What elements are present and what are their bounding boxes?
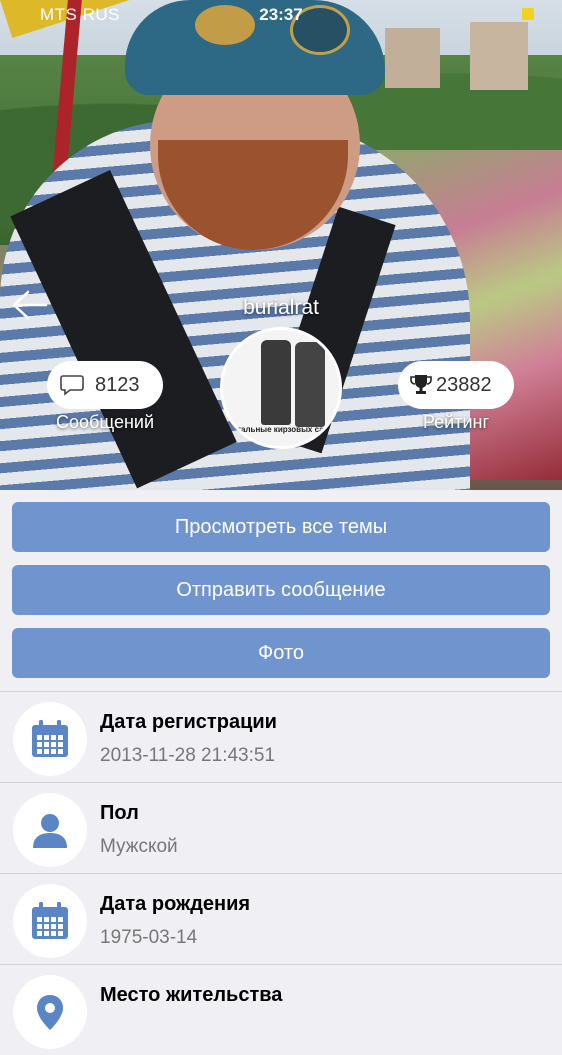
registration-title: Дата регистрации — [100, 711, 277, 733]
rating-stat[interactable]: 23882 — [398, 361, 514, 409]
messages-label: Сообщений — [56, 412, 154, 432]
messages-count: 8123 — [95, 373, 140, 396]
battery-icon — [522, 8, 534, 20]
person-icon — [13, 793, 87, 867]
location-icon — [13, 975, 87, 1049]
location-title: Место жительства — [100, 984, 283, 1006]
avatar-caption: Стальные кирзовых сапог — [231, 425, 337, 434]
calendar-icon — [13, 702, 87, 776]
list-item-registration: Дата регистрации 2013-11-28 21:43:51 — [0, 691, 562, 782]
chat-bubble-icon — [60, 375, 84, 396]
gender-value: Мужской — [100, 836, 178, 857]
send-message-button[interactable]: Отправить сообщение — [12, 565, 550, 615]
calendar-icon — [13, 884, 87, 958]
status-bar: MTS RUS 23:37 — [0, 0, 562, 30]
avatar[interactable]: Стальные кирзовых сапог — [220, 327, 342, 449]
list-item-birthdate: Дата рождения 1975-03-14 — [0, 873, 562, 964]
rating-label: Рейтинг — [422, 412, 490, 432]
profile-username: burialrat — [243, 296, 319, 319]
status-time: 23:37 — [259, 5, 303, 24]
rating-count: 23882 — [436, 373, 492, 396]
gender-title: Пол — [100, 802, 139, 824]
trophy-icon — [410, 375, 432, 394]
photo-button[interactable]: Фото — [12, 628, 550, 678]
list-item-gender: Пол Мужской — [0, 782, 562, 873]
birthdate-value: 1975-03-14 — [100, 927, 198, 948]
view-all-topics-button[interactable]: Просмотреть все темы — [12, 502, 550, 552]
messages-stat[interactable]: 8123 — [47, 361, 163, 409]
birthdate-title: Дата рождения — [100, 893, 251, 915]
list-item-location: Место жительства — [0, 964, 562, 1055]
registration-value: 2013-11-28 21:43:51 — [100, 745, 276, 766]
profile-info-list: Дата регистрации 2013-11-28 21:43:51 Пол… — [0, 691, 562, 1055]
